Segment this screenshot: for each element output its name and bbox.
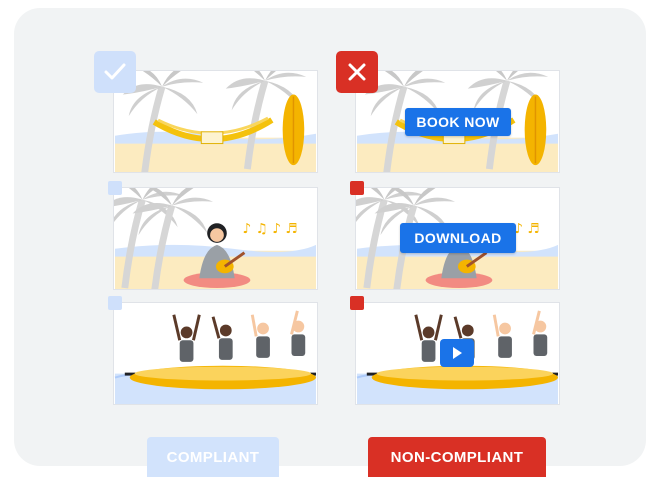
- compliant-thumb-beach: [113, 70, 318, 173]
- cross-icon: [336, 51, 378, 93]
- non-compliant-label: NON-COMPLIANT: [368, 437, 546, 477]
- download-button[interactable]: DOWNLOAD: [400, 223, 516, 253]
- compliant-label: COMPLIANT: [147, 437, 279, 477]
- non-compliant-marker-3: [350, 296, 364, 310]
- play-icon[interactable]: [440, 339, 474, 367]
- checkmark-icon: [94, 51, 136, 93]
- compliant-marker-3: [108, 296, 122, 310]
- compliant-marker-2: [108, 181, 122, 195]
- compliant-thumb-boat: [113, 302, 318, 405]
- non-compliant-marker-2: [350, 181, 364, 195]
- book-now-button[interactable]: BOOK NOW: [405, 108, 511, 136]
- compliant-thumb-ukulele: [113, 187, 318, 290]
